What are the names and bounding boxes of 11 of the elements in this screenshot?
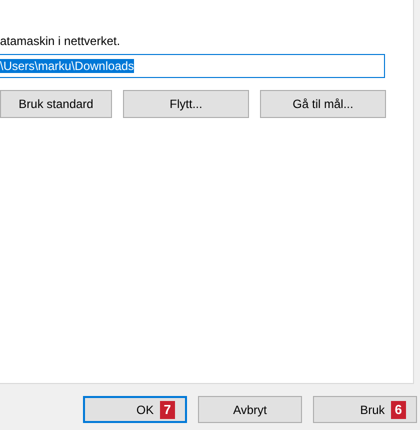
path-field[interactable]: \Users\marku\Downloads — [0, 54, 385, 78]
cancel-button[interactable]: Avbryt — [198, 396, 302, 423]
path-value: \Users\marku\Downloads — [0, 59, 134, 73]
number-badge: 7 — [160, 400, 175, 418]
description-text: atamaskin i nettverket. — [0, 33, 122, 48]
number-badge: 6 — [390, 400, 406, 418]
move-button[interactable]: Flytt... — [123, 90, 249, 118]
default-button[interactable]: Bruk standard — [0, 90, 112, 118]
apply-button[interactable]: Bruk 6 — [313, 396, 417, 423]
ok-button[interactable]: OK 7 — [83, 396, 187, 423]
go-to-target-button[interactable]: Gå til mål... — [260, 90, 386, 118]
